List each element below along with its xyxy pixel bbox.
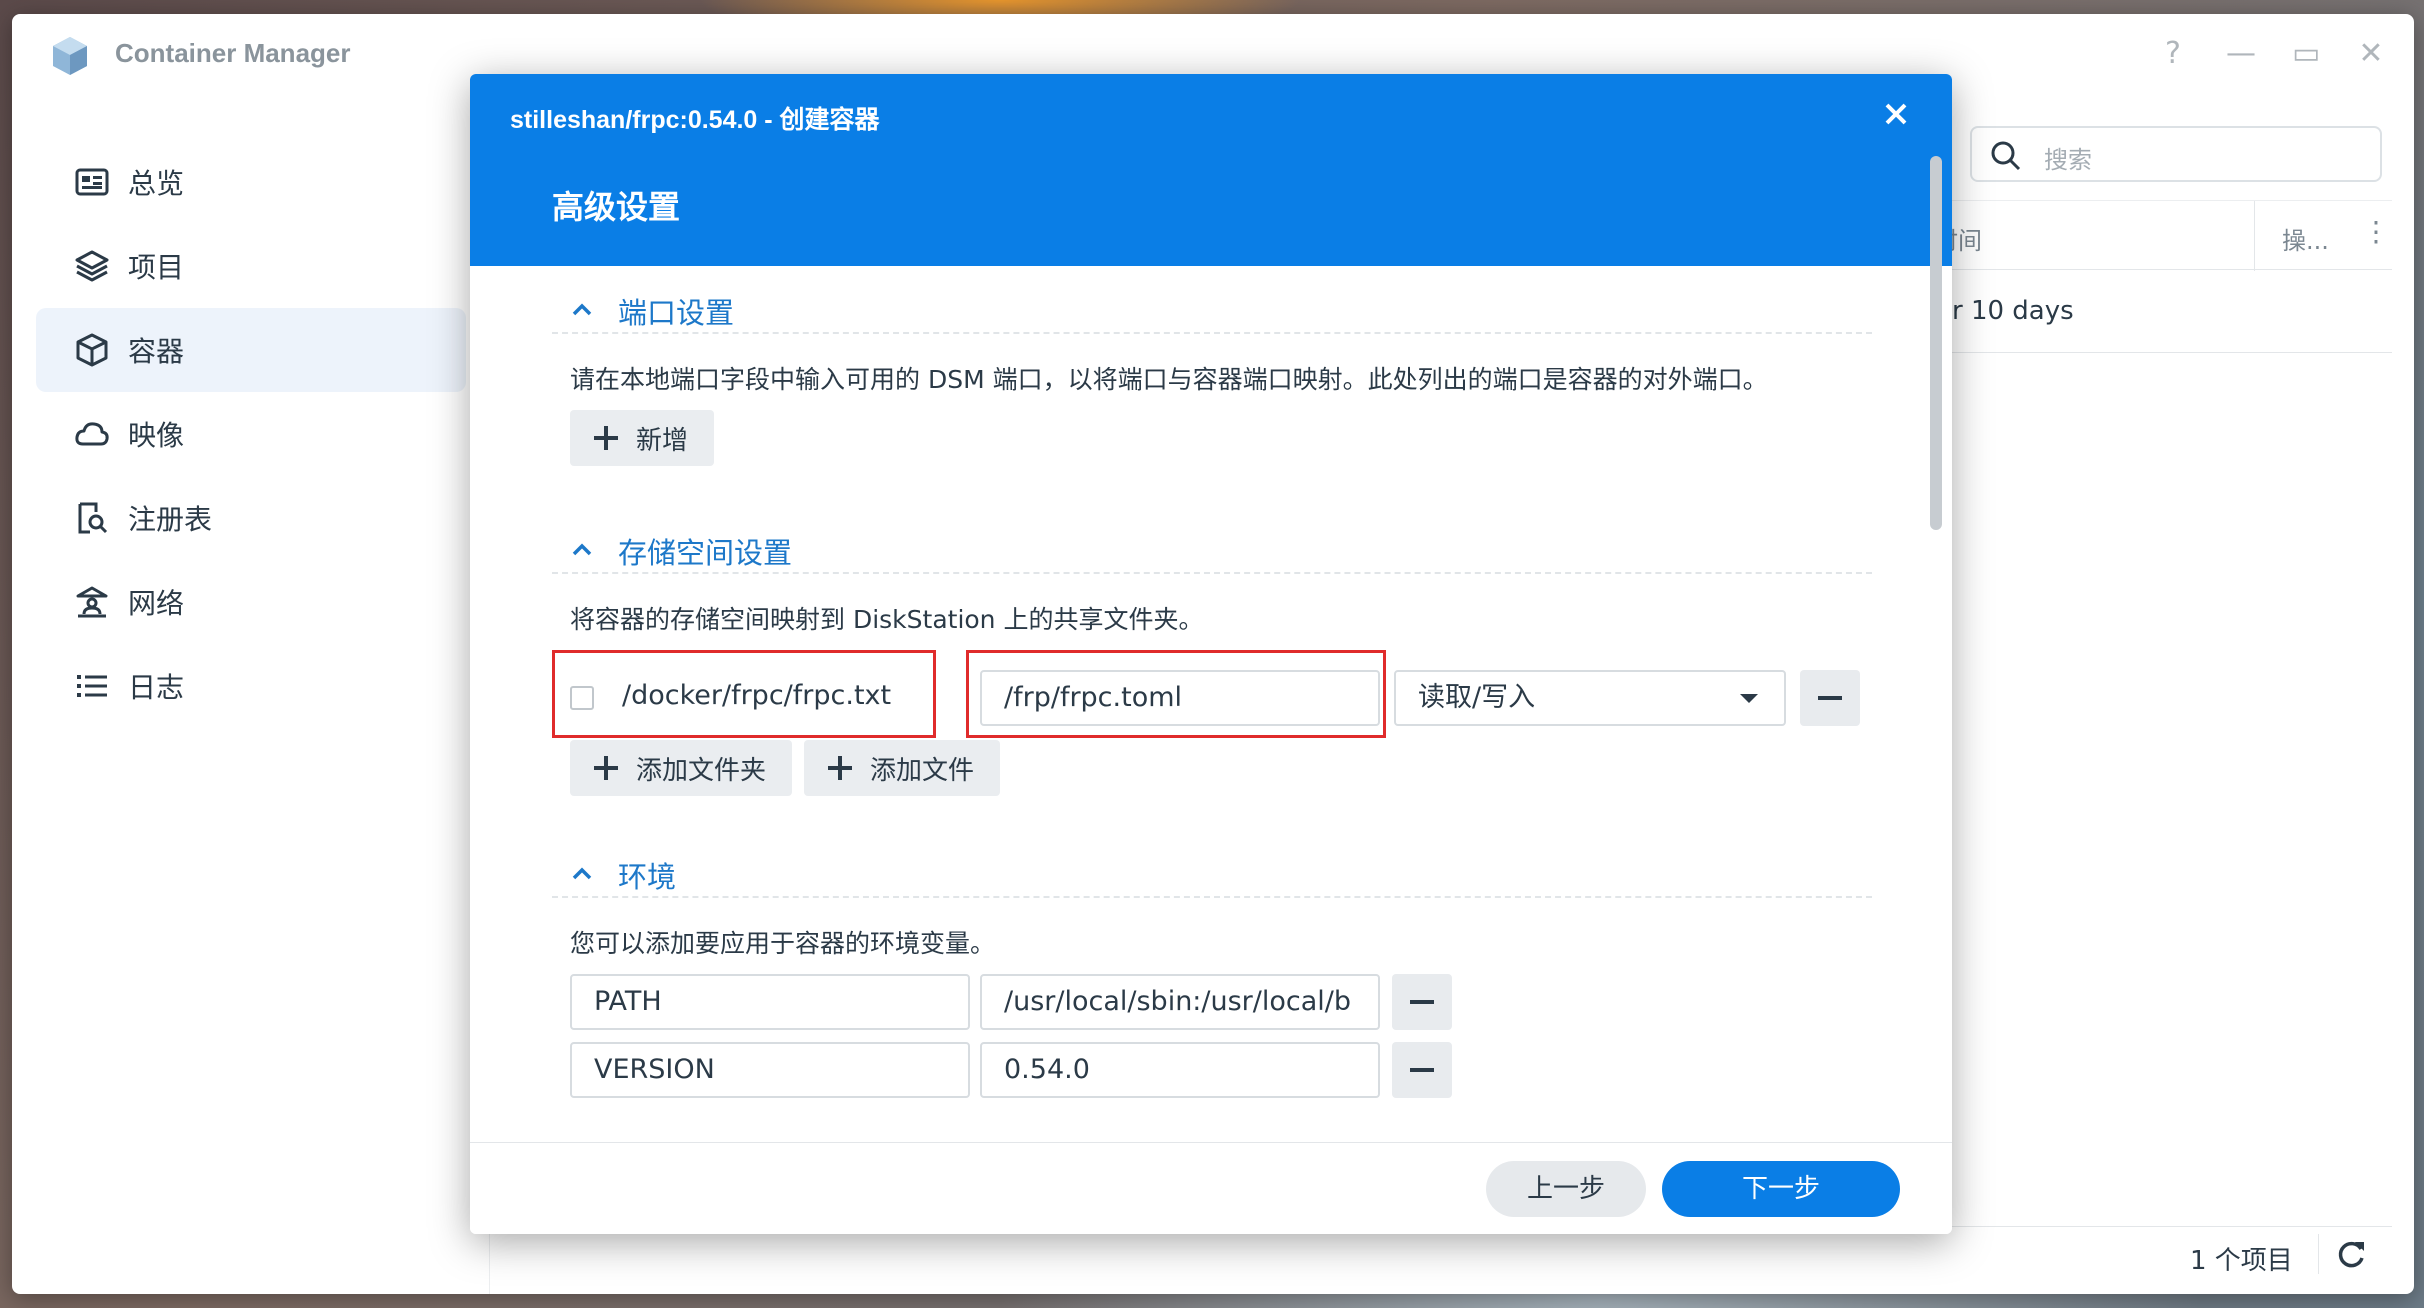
env-key-field[interactable]: PATH	[570, 974, 970, 1030]
permission-select[interactable]: 读取/写入	[1394, 670, 1786, 726]
port-section-header[interactable]: 端口设置	[552, 288, 1872, 334]
add-port-label: 新增	[636, 420, 688, 457]
env-section-title: 环境	[618, 854, 676, 896]
close-icon[interactable]	[1878, 96, 1914, 132]
window-controls: ? — ▭ ✕	[2160, 36, 2384, 72]
env-key-value: VERSION	[594, 1054, 715, 1085]
env-value-value: 0.54.0	[1004, 1054, 1090, 1085]
sidebar-item-label: 容器	[128, 330, 184, 370]
item-count: 1 个项目	[2190, 1240, 2293, 1277]
env-section-description: 您可以添加要应用于容器的环境变量。	[570, 924, 995, 960]
sidebar-item-label: 日志	[128, 666, 184, 706]
sidebar-item-registry[interactable]: 注册表	[36, 476, 466, 560]
add-folder-label: 添加文件夹	[636, 750, 766, 787]
refresh-icon[interactable]	[2334, 1238, 2368, 1272]
sidebar-item-log[interactable]: 日志	[36, 644, 466, 728]
dialog-body: 端口设置 请在本地端口字段中输入可用的 DSM 端口，以将端口与容器端口映射。此…	[470, 266, 1952, 1144]
sidebar-item-project[interactable]: 项目	[36, 224, 466, 308]
sidebar-item-container[interactable]: 容器	[36, 308, 466, 392]
chevron-up-icon	[568, 296, 596, 324]
minimize-icon[interactable]: —	[2226, 36, 2252, 72]
dialog-title: stilleshan/frpc:0.54.0 - 创建容器	[510, 100, 880, 136]
search-icon	[1990, 140, 2022, 172]
port-section-title: 端口设置	[618, 290, 734, 332]
storage-section-description: 将容器的存储空间映射到 DiskStation 上的共享文件夹。	[570, 600, 1203, 636]
plus-icon	[594, 756, 618, 780]
sidebar-item-label: 总览	[128, 162, 184, 202]
row-time-cell: r 10 days	[1952, 296, 2074, 326]
close-window-icon[interactable]: ✕	[2358, 36, 2384, 72]
sidebar-item-label: 注册表	[128, 498, 212, 538]
highlight-box-container-path	[966, 650, 1386, 738]
add-folder-button[interactable]: 添加文件夹	[570, 740, 792, 796]
dialog-header: stilleshan/frpc:0.54.0 - 创建容器 高级设置	[470, 74, 1952, 266]
maximize-icon[interactable]: ▭	[2292, 36, 2318, 72]
create-container-dialog: stilleshan/frpc:0.54.0 - 创建容器 高级设置 端口设置 …	[470, 74, 1952, 1234]
container-cube-icon	[74, 332, 110, 368]
env-value-field[interactable]: 0.54.0	[980, 1042, 1380, 1098]
storage-settings-section: 存储空间设置 将容器的存储空间映射到 DiskStation 上的共享文件夹。 …	[552, 528, 1872, 788]
footer-divider	[2318, 1234, 2319, 1274]
environment-section: 环境 您可以添加要应用于容器的环境变量。 PATH /usr/local/sbi…	[552, 852, 1872, 1144]
plus-icon	[828, 756, 852, 780]
dropdown-caret-icon	[1740, 694, 1758, 703]
sidebar-item-overview[interactable]: 总览	[36, 140, 466, 224]
env-value-field[interactable]: /usr/local/sbin:/usr/local/b	[980, 974, 1380, 1030]
add-file-button[interactable]: 添加文件	[804, 740, 1000, 796]
search-input[interactable]: 搜索	[1970, 126, 2382, 182]
next-step-button[interactable]: 下一步	[1662, 1161, 1900, 1217]
column-menu-icon[interactable]: ⋮	[2362, 215, 2390, 248]
container-manager-logo-icon	[48, 34, 92, 78]
port-section-description: 请在本地端口字段中输入可用的 DSM 端口，以将端口与容器端口映射。此处列出的端…	[570, 360, 1768, 396]
sidebar-item-image[interactable]: 映像	[36, 392, 466, 476]
remove-env-button[interactable]	[1392, 1042, 1452, 1098]
env-key-value: PATH	[594, 986, 662, 1017]
column-actions-header[interactable]: 操...	[2282, 221, 2329, 256]
port-settings-section: 端口设置 请在本地端口字段中输入可用的 DSM 端口，以将端口与容器端口映射。此…	[552, 288, 1872, 508]
image-cloud-icon	[74, 416, 110, 452]
sidebar-item-network[interactable]: 网络	[36, 560, 466, 644]
highlight-box-host-path	[552, 650, 936, 738]
overview-icon	[74, 164, 110, 200]
add-port-button[interactable]: 新增	[570, 410, 714, 466]
chevron-up-icon	[568, 860, 596, 888]
list-footer	[492, 1226, 2392, 1294]
registry-search-icon	[74, 500, 110, 536]
network-home-icon	[74, 584, 110, 620]
add-file-label: 添加文件	[870, 750, 974, 787]
storage-section-title: 存储空间设置	[618, 530, 792, 572]
app-title: Container Manager	[115, 38, 351, 69]
log-list-icon	[74, 668, 110, 704]
env-key-field[interactable]: VERSION	[570, 1042, 970, 1098]
storage-section-header[interactable]: 存储空间设置	[552, 528, 1872, 574]
remove-volume-button[interactable]	[1800, 670, 1860, 726]
permission-value: 读取/写入	[1418, 682, 1535, 713]
sidebar-item-label: 项目	[128, 246, 184, 286]
chevron-up-icon	[568, 536, 596, 564]
search-placeholder: 搜索	[2044, 140, 2092, 175]
column-divider	[2254, 201, 2255, 271]
dialog-heading: 高级设置	[552, 182, 680, 228]
env-value-value: /usr/local/sbin:/usr/local/b	[1004, 986, 1351, 1017]
sidebar-item-label: 网络	[128, 582, 184, 622]
project-layers-icon	[74, 248, 110, 284]
row-divider	[1912, 352, 2392, 353]
sidebar: 总览 项目 容器 映像 注册表 网络 日志	[12, 98, 490, 1294]
help-icon[interactable]: ?	[2160, 36, 2186, 72]
dialog-footer: 上一步 下一步	[470, 1142, 1952, 1234]
plus-icon	[594, 426, 618, 450]
remove-env-button[interactable]	[1392, 974, 1452, 1030]
list-header: 时间 操... ⋮	[1912, 200, 2392, 270]
env-section-header[interactable]: 环境	[552, 852, 1872, 898]
sidebar-item-label: 映像	[128, 414, 184, 454]
previous-step-button[interactable]: 上一步	[1486, 1161, 1646, 1217]
